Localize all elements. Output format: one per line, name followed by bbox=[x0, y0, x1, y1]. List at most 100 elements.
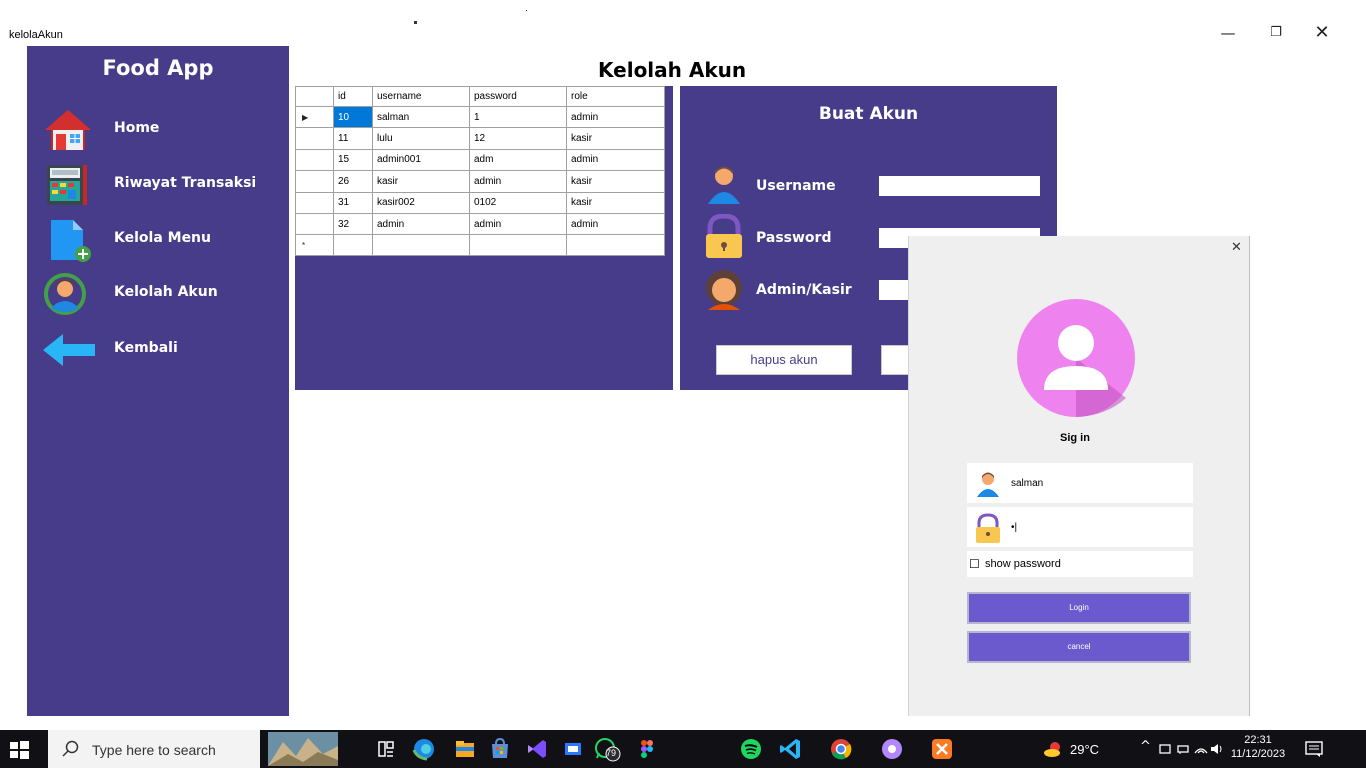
delete-account-button[interactable]: hapus akun bbox=[716, 345, 852, 375]
table-row[interactable]: 31 kasir002 0102 kasir bbox=[295, 191, 665, 214]
cell-id[interactable]: 11 bbox=[333, 127, 373, 150]
account-table[interactable]: id username password role ▶ 10 salman 1 … bbox=[295, 86, 665, 257]
figma-icon[interactable] bbox=[632, 734, 662, 764]
table-row[interactable]: ▶ 10 salman 1 admin bbox=[295, 105, 665, 129]
cash-register-icon bbox=[47, 165, 87, 205]
row-header[interactable] bbox=[295, 170, 334, 193]
sidebar-item-label: Kelola Menu bbox=[114, 230, 211, 246]
row-header[interactable] bbox=[295, 148, 334, 172]
table-row[interactable]: 11 lulu 12 kasir bbox=[295, 127, 665, 150]
cell-role[interactable]: kasir bbox=[566, 191, 665, 214]
sidebar-item-riwayat-transaksi[interactable]: Riwayat Transaksi bbox=[27, 159, 289, 209]
table-row[interactable]: 26 kasir admin kasir bbox=[295, 170, 665, 193]
visual-studio-icon[interactable] bbox=[522, 734, 552, 764]
login-username-input[interactable] bbox=[1011, 475, 1181, 491]
avatar-icon bbox=[1017, 299, 1135, 417]
column-header-id[interactable]: id bbox=[333, 86, 373, 107]
microsoft-store-icon[interactable] bbox=[485, 734, 515, 764]
sidebar-item-kelola-menu[interactable]: Kelola Menu bbox=[27, 214, 289, 264]
cell-role[interactable]: admin bbox=[566, 148, 665, 172]
login-password-input[interactable] bbox=[1011, 519, 1181, 535]
cell-id[interactable] bbox=[333, 234, 373, 257]
windows-start-icon[interactable] bbox=[8, 739, 30, 761]
cell-role[interactable]: kasir bbox=[566, 127, 665, 150]
sidebar-item-label: Kembali bbox=[114, 340, 178, 356]
spotify-icon[interactable] bbox=[736, 734, 766, 764]
cancel-button[interactable]: cancel bbox=[967, 631, 1191, 663]
search-highlight-image[interactable] bbox=[268, 732, 338, 766]
login-password-field bbox=[967, 507, 1193, 547]
minimize-button[interactable]: — bbox=[1208, 22, 1248, 44]
cell-role[interactable]: kasir bbox=[566, 170, 665, 193]
column-header-username[interactable]: username bbox=[372, 86, 470, 107]
cell-role[interactable] bbox=[566, 234, 665, 257]
username-input[interactable] bbox=[879, 176, 1040, 196]
taskbar-search-box[interactable]: Type here to search bbox=[48, 730, 260, 768]
cell-password[interactable]: admin bbox=[469, 212, 567, 236]
cell-role[interactable]: admin bbox=[566, 105, 665, 129]
wifi-icon[interactable] bbox=[1194, 742, 1208, 756]
cell-password[interactable]: 12 bbox=[469, 127, 567, 150]
column-header-password[interactable]: password bbox=[469, 86, 567, 107]
cell-username[interactable]: salman bbox=[372, 105, 470, 129]
edge-browser-icon[interactable] bbox=[409, 734, 439, 764]
cell-username[interactable]: admin001 bbox=[372, 148, 470, 172]
taskbar-clock[interactable]: 22:31 11/12/2023 bbox=[1226, 733, 1290, 765]
taskbar: Type here to search 79 29°C ^ 22:31 11/1… bbox=[0, 730, 1366, 768]
cell-role[interactable]: admin bbox=[566, 212, 665, 236]
row-header[interactable] bbox=[295, 127, 334, 150]
cell-password[interactable]: 0102 bbox=[469, 191, 567, 214]
whatsapp-app[interactable]: 79 bbox=[593, 734, 623, 764]
volume-icon[interactable] bbox=[1210, 742, 1224, 756]
cell-password[interactable]: 1 bbox=[469, 105, 567, 129]
sidebar-item-kembali[interactable]: Kembali bbox=[27, 324, 289, 374]
new-row[interactable]: * bbox=[295, 234, 665, 257]
maximize-button[interactable]: ❐ bbox=[1256, 22, 1296, 44]
close-dialog-button[interactable]: ✕ bbox=[1231, 240, 1242, 255]
cell-id[interactable]: 31 bbox=[333, 191, 373, 214]
row-header[interactable] bbox=[295, 212, 334, 236]
file-explorer-icon[interactable] bbox=[450, 734, 480, 764]
cell-username[interactable]: kasir bbox=[372, 170, 470, 193]
cell-username[interactable]: kasir002 bbox=[372, 191, 470, 214]
current-row-marker[interactable]: ▶ bbox=[295, 105, 334, 129]
task-view-icon[interactable] bbox=[371, 734, 401, 764]
cell-id[interactable]: 10 bbox=[333, 105, 373, 129]
cell-username[interactable]: lulu bbox=[372, 127, 470, 150]
cell-username[interactable] bbox=[372, 234, 470, 257]
row-header[interactable] bbox=[295, 191, 334, 214]
password-label: Password bbox=[756, 230, 832, 246]
xampp-icon[interactable] bbox=[927, 734, 957, 764]
tray-chevron-icon[interactable]: ^ bbox=[1140, 739, 1151, 754]
cell-password[interactable]: adm bbox=[469, 148, 567, 172]
checkbox-icon[interactable]: ☐ bbox=[969, 557, 981, 571]
sidebar-item-kelolah-akun[interactable]: Kelolah Akun bbox=[27, 268, 289, 318]
cell-username[interactable]: admin bbox=[372, 212, 470, 236]
close-window-button[interactable]: ✕ bbox=[1302, 22, 1342, 44]
user-icon bbox=[708, 166, 740, 204]
notification-center-icon[interactable] bbox=[1304, 740, 1324, 758]
sidebar-item-label: Riwayat Transaksi bbox=[114, 175, 257, 191]
vscode-icon[interactable] bbox=[776, 734, 806, 764]
podcast-app-icon[interactable] bbox=[877, 734, 907, 764]
table-row[interactable]: 15 admin001 adm admin bbox=[295, 148, 665, 172]
cell-id[interactable]: 15 bbox=[333, 148, 373, 172]
network-icon[interactable] bbox=[1176, 742, 1190, 756]
new-row-marker[interactable]: * bbox=[295, 234, 334, 257]
cell-id[interactable]: 26 bbox=[333, 170, 373, 193]
cell-id[interactable]: 32 bbox=[333, 212, 373, 236]
show-password-checkbox[interactable]: ☐ show password bbox=[967, 551, 1193, 577]
table-row[interactable]: 32 admin admin admin bbox=[295, 212, 665, 236]
home-icon bbox=[45, 110, 91, 150]
sidebar-item-home[interactable]: Home bbox=[27, 104, 289, 154]
cell-password[interactable] bbox=[469, 234, 567, 257]
column-header-role[interactable]: role bbox=[566, 86, 665, 107]
login-button[interactable]: Login bbox=[967, 592, 1191, 624]
cell-password[interactable]: admin bbox=[469, 170, 567, 193]
onedrive-icon[interactable] bbox=[1158, 742, 1172, 756]
app-window-icon[interactable] bbox=[558, 734, 588, 764]
weather-widget[interactable]: 29°C bbox=[1044, 739, 1134, 761]
account-grid-panel: id username password role ▶ 10 salman 1 … bbox=[295, 86, 673, 390]
chrome-icon[interactable] bbox=[826, 734, 856, 764]
window-title: kelolaAkun bbox=[9, 29, 63, 41]
